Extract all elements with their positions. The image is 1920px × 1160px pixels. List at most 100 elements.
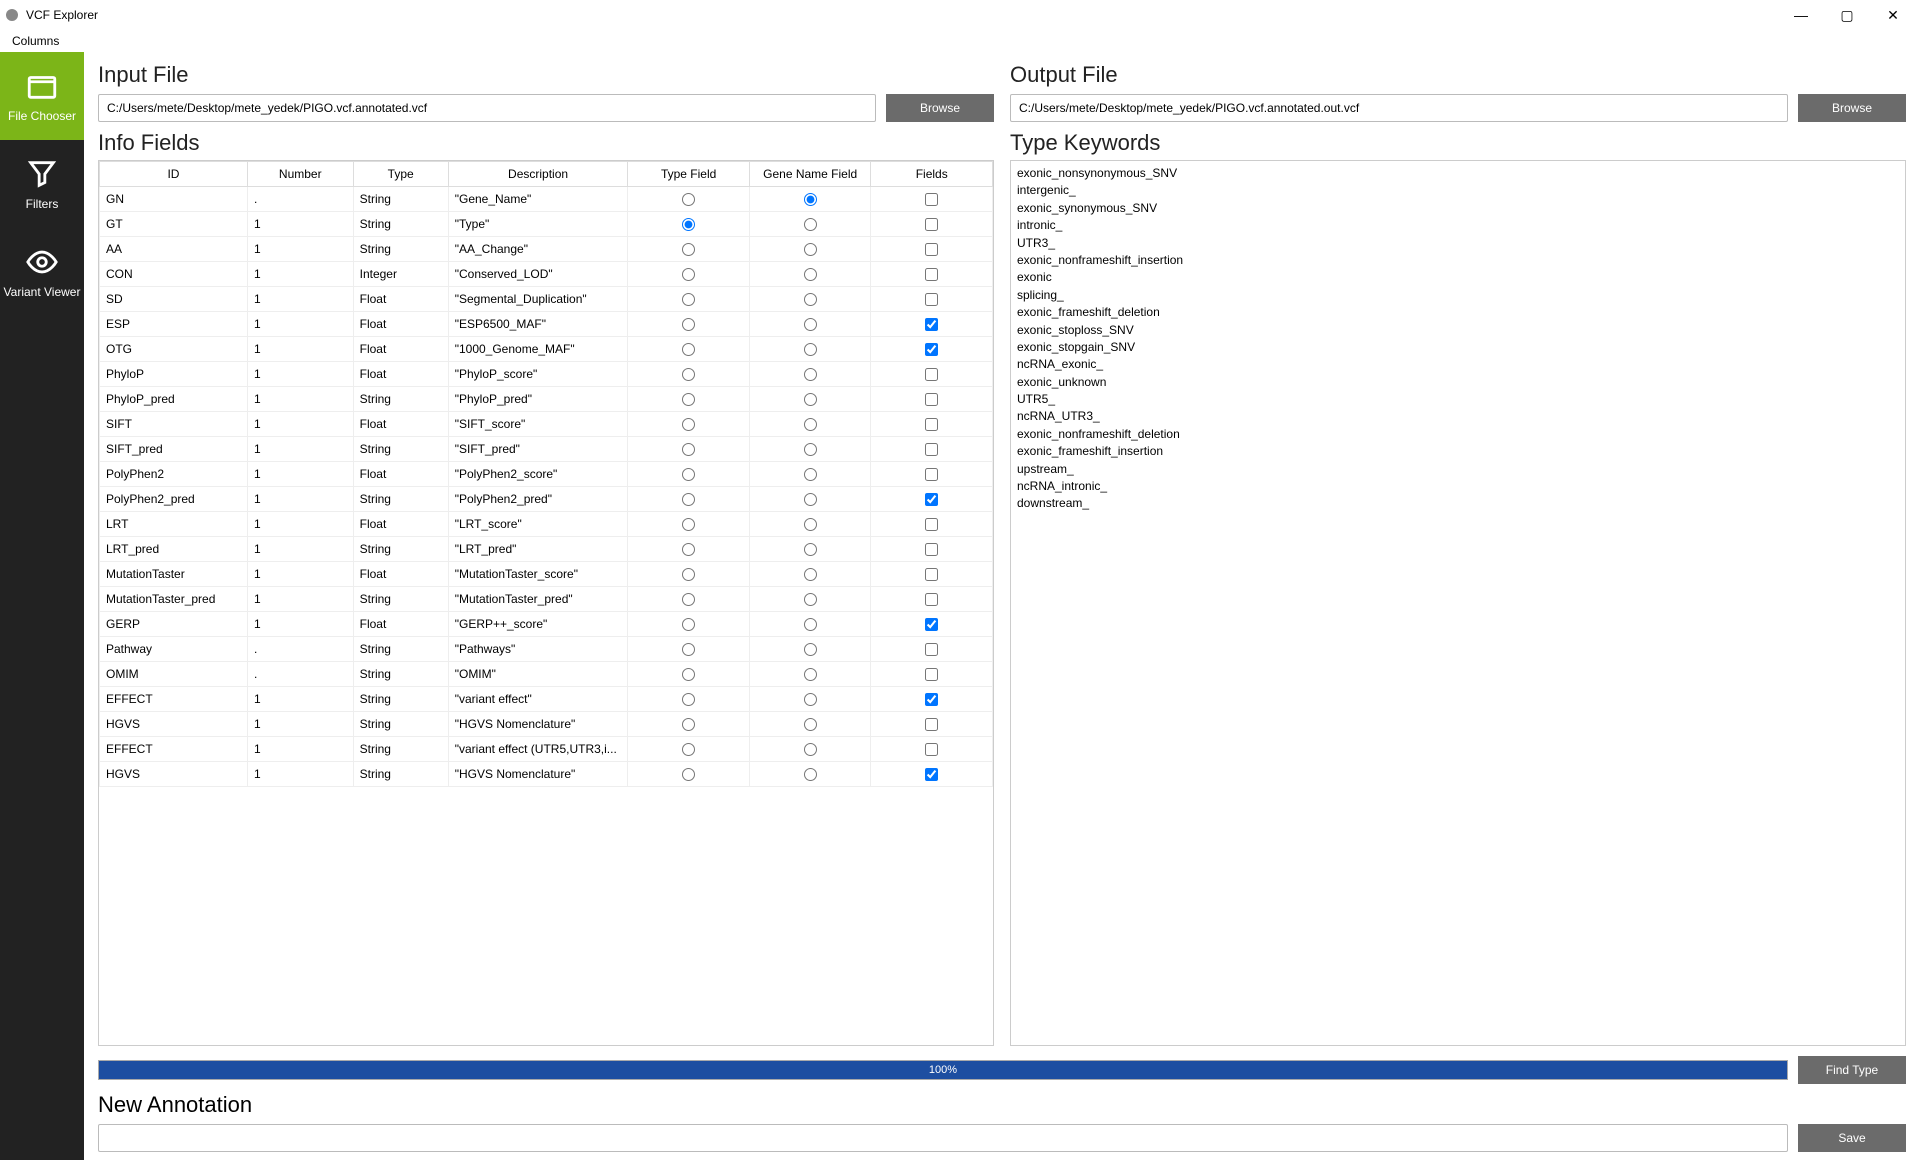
fields-checkbox[interactable] <box>925 718 938 731</box>
col-gene-name-field[interactable]: Gene Name Field <box>749 162 871 187</box>
table-row[interactable]: PhyloP_pred1String"PhyloP_pred" <box>100 387 993 412</box>
list-item[interactable]: exonic_unknown <box>1017 374 1899 391</box>
window-minimize-button[interactable]: — <box>1778 0 1824 30</box>
col-fields[interactable]: Fields <box>871 162 993 187</box>
table-row[interactable]: OTG1Float"1000_Genome_MAF" <box>100 337 993 362</box>
type-field-radio[interactable] <box>682 668 695 681</box>
list-item[interactable]: exonic_synonymous_SNV <box>1017 200 1899 217</box>
table-row[interactable]: HGVS1String"HGVS Nomenclature" <box>100 712 993 737</box>
table-row[interactable]: EFFECT1String"variant effect" <box>100 687 993 712</box>
list-item[interactable]: upstream_ <box>1017 461 1899 478</box>
gene-name-field-radio[interactable] <box>804 643 817 656</box>
gene-name-field-radio[interactable] <box>804 443 817 456</box>
type-field-radio[interactable] <box>682 443 695 456</box>
list-item[interactable]: UTR5_ <box>1017 391 1899 408</box>
table-row[interactable]: EFFECT1String"variant effect (UTR5,UTR3,… <box>100 737 993 762</box>
table-row[interactable]: MutationTaster_pred1String"MutationTaste… <box>100 587 993 612</box>
table-row[interactable]: CON1Integer"Conserved_LOD" <box>100 262 993 287</box>
gene-name-field-radio[interactable] <box>804 743 817 756</box>
table-row[interactable]: LRT1Float"LRT_score" <box>100 512 993 537</box>
table-row[interactable]: PolyPhen2_pred1String"PolyPhen2_pred" <box>100 487 993 512</box>
gene-name-field-radio[interactable] <box>804 218 817 231</box>
type-field-radio[interactable] <box>682 493 695 506</box>
gene-name-field-radio[interactable] <box>804 768 817 781</box>
list-item[interactable]: ncRNA_UTR3_ <box>1017 408 1899 425</box>
table-row[interactable]: ESP1Float"ESP6500_MAF" <box>100 312 993 337</box>
table-row[interactable]: GT1String"Type" <box>100 212 993 237</box>
col-description[interactable]: Description <box>448 162 628 187</box>
table-row[interactable]: SD1Float"Segmental_Duplication" <box>100 287 993 312</box>
fields-checkbox[interactable] <box>925 418 938 431</box>
table-row[interactable]: Pathway.String"Pathways" <box>100 637 993 662</box>
fields-checkbox[interactable] <box>925 218 938 231</box>
type-field-radio[interactable] <box>682 393 695 406</box>
fields-checkbox[interactable] <box>925 693 938 706</box>
gene-name-field-radio[interactable] <box>804 293 817 306</box>
table-row[interactable]: GERP1Float"GERP++_score" <box>100 612 993 637</box>
table-row[interactable]: PolyPhen21Float"PolyPhen2_score" <box>100 462 993 487</box>
gene-name-field-radio[interactable] <box>804 318 817 331</box>
fields-checkbox[interactable] <box>925 768 938 781</box>
table-row[interactable]: MutationTaster1Float"MutationTaster_scor… <box>100 562 993 587</box>
fields-checkbox[interactable] <box>925 343 938 356</box>
sidebar-item-variant-viewer[interactable]: Variant Viewer <box>0 228 84 316</box>
gene-name-field-radio[interactable] <box>804 693 817 706</box>
fields-checkbox[interactable] <box>925 268 938 281</box>
type-field-radio[interactable] <box>682 243 695 256</box>
type-field-radio[interactable] <box>682 418 695 431</box>
list-item[interactable]: UTR3_ <box>1017 235 1899 252</box>
gene-name-field-radio[interactable] <box>804 393 817 406</box>
type-field-radio[interactable] <box>682 193 695 206</box>
list-item[interactable]: intergenic_ <box>1017 182 1899 199</box>
list-item[interactable]: exonic_stopgain_SNV <box>1017 339 1899 356</box>
type-field-radio[interactable] <box>682 643 695 656</box>
type-field-radio[interactable] <box>682 343 695 356</box>
table-row[interactable]: GN.String"Gene_Name" <box>100 187 993 212</box>
sidebar-item-file-chooser[interactable]: File Chooser <box>0 52 84 140</box>
gene-name-field-radio[interactable] <box>804 593 817 606</box>
type-field-radio[interactable] <box>682 293 695 306</box>
fields-checkbox[interactable] <box>925 518 938 531</box>
list-item[interactable]: exonic_nonsynonymous_SNV <box>1017 165 1899 182</box>
gene-name-field-radio[interactable] <box>804 243 817 256</box>
list-item[interactable]: exonic_stoploss_SNV <box>1017 322 1899 339</box>
list-item[interactable]: exonic_nonframeshift_deletion <box>1017 426 1899 443</box>
fields-checkbox[interactable] <box>925 293 938 306</box>
output-browse-button[interactable]: Browse <box>1798 94 1906 122</box>
fields-checkbox[interactable] <box>925 243 938 256</box>
gene-name-field-radio[interactable] <box>804 493 817 506</box>
fields-checkbox[interactable] <box>925 493 938 506</box>
gene-name-field-radio[interactable] <box>804 568 817 581</box>
type-field-radio[interactable] <box>682 268 695 281</box>
list-item[interactable]: splicing_ <box>1017 287 1899 304</box>
fields-checkbox[interactable] <box>925 393 938 406</box>
table-row[interactable]: PhyloP1Float"PhyloP_score" <box>100 362 993 387</box>
type-field-radio[interactable] <box>682 318 695 331</box>
fields-checkbox[interactable] <box>925 443 938 456</box>
list-item[interactable]: exonic_frameshift_deletion <box>1017 304 1899 321</box>
list-item[interactable]: exonic_frameshift_insertion <box>1017 443 1899 460</box>
fields-checkbox[interactable] <box>925 318 938 331</box>
gene-name-field-radio[interactable] <box>804 668 817 681</box>
gene-name-field-radio[interactable] <box>804 618 817 631</box>
fields-checkbox[interactable] <box>925 193 938 206</box>
fields-checkbox[interactable] <box>925 568 938 581</box>
table-row[interactable]: SIFT1Float"SIFT_score" <box>100 412 993 437</box>
fields-checkbox[interactable] <box>925 368 938 381</box>
list-item[interactable]: ncRNA_intronic_ <box>1017 478 1899 495</box>
type-field-radio[interactable] <box>682 743 695 756</box>
fields-checkbox[interactable] <box>925 543 938 556</box>
save-button[interactable]: Save <box>1798 1124 1906 1152</box>
find-type-button[interactable]: Find Type <box>1798 1056 1906 1084</box>
type-field-radio[interactable] <box>682 593 695 606</box>
fields-checkbox[interactable] <box>925 643 938 656</box>
table-row[interactable]: SIFT_pred1String"SIFT_pred" <box>100 437 993 462</box>
type-field-radio[interactable] <box>682 518 695 531</box>
type-field-radio[interactable] <box>682 568 695 581</box>
type-field-radio[interactable] <box>682 218 695 231</box>
type-field-radio[interactable] <box>682 718 695 731</box>
gene-name-field-radio[interactable] <box>804 418 817 431</box>
window-maximize-button[interactable]: ▢ <box>1824 0 1870 30</box>
type-keywords-list[interactable]: exonic_nonsynonymous_SNVintergenic_exoni… <box>1010 160 1906 1046</box>
fields-checkbox[interactable] <box>925 468 938 481</box>
